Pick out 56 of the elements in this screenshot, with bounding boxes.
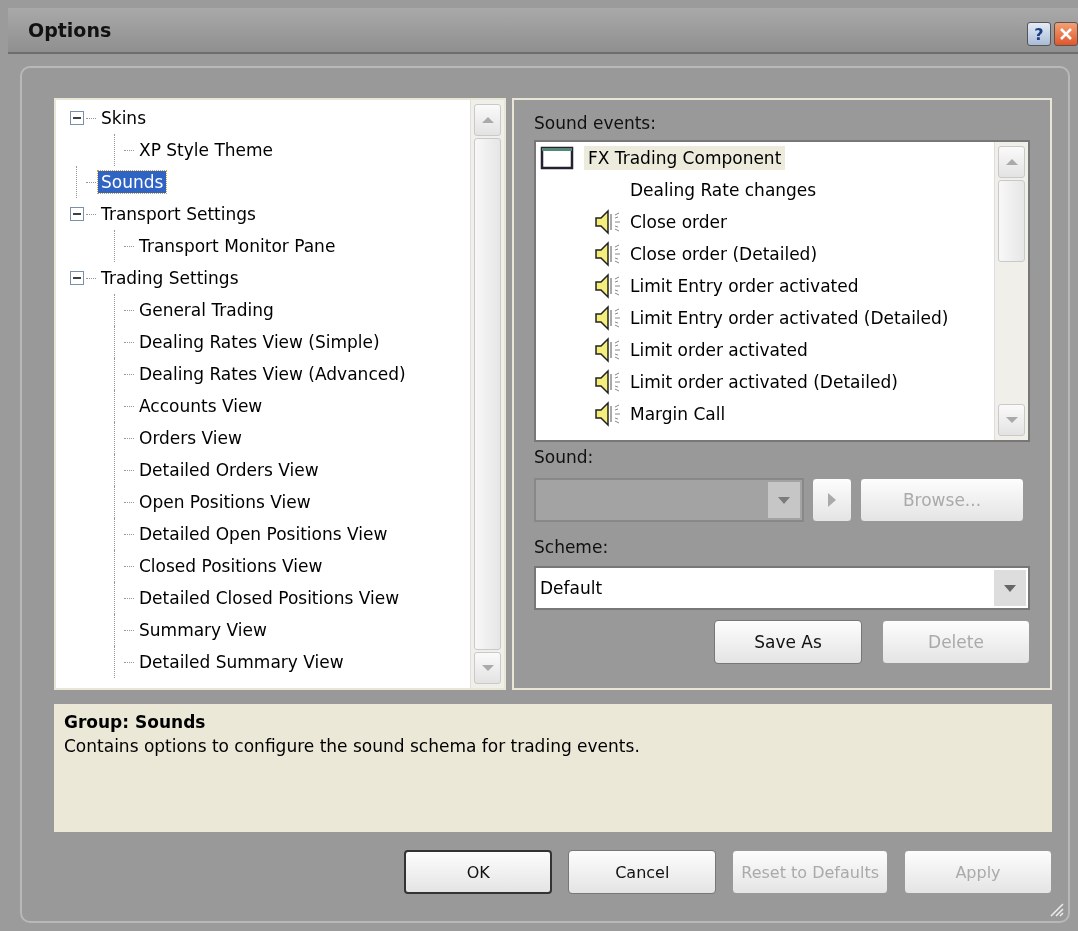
sound-event-item[interactable]: Dealing Rate changes — [626, 178, 821, 202]
tree-item[interactable]: Detailed Closed Positions View — [136, 587, 403, 609]
close-button[interactable] — [1054, 22, 1078, 46]
tree-item[interactable]: Transport Monitor Pane — [136, 235, 339, 257]
scheme-dropdown[interactable]: Default — [534, 566, 1030, 610]
collapse-icon[interactable] — [70, 111, 84, 125]
tree-item[interactable]: Detailed Open Positions View — [136, 523, 391, 545]
sound-event-item[interactable]: Limit Entry order activated — [626, 274, 863, 298]
description-text: Contains options to configure the sound schema for trading events. — [64, 736, 641, 756]
sound-event-item[interactable]: Margin Call — [626, 402, 730, 426]
tree-item[interactable]: Closed Positions View — [136, 555, 326, 577]
tree-item[interactable]: General Trading — [136, 299, 277, 321]
sound-event-item[interactable]: Limit Entry order activated (Detailed) — [626, 306, 953, 330]
scrollbar[interactable] — [994, 142, 1028, 440]
scheme-button[interactable]: Save As — [714, 620, 862, 664]
collapse-icon[interactable] — [70, 207, 84, 221]
dropdown-arrow-icon — [1004, 584, 1016, 592]
dialog-button[interactable]: OK — [404, 850, 553, 894]
scheme-label: Scheme: — [534, 536, 610, 559]
sound-event-item[interactable]: Limit order activated (Detailed) — [626, 370, 902, 394]
close-icon — [1059, 27, 1073, 41]
description-title: Group: Sounds — [64, 712, 207, 732]
scrollbar-thumb[interactable] — [998, 180, 1025, 262]
tree-item[interactable]: Skins — [98, 107, 149, 129]
tree-item[interactable]: Transport Settings — [98, 203, 259, 225]
up-arrow-icon — [480, 116, 495, 124]
tree-item[interactable]: Orders View — [136, 427, 245, 449]
sound-events-label: Sound events: — [534, 112, 657, 135]
window-icon — [540, 146, 574, 170]
tree-item[interactable]: Trading Settings — [98, 267, 242, 289]
dropdown-arrow-icon — [778, 496, 790, 504]
window-title: Options — [28, 19, 112, 41]
tree-item[interactable]: Open Positions View — [136, 491, 314, 513]
tree-item[interactable]: Dealing Rates View (Simple) — [136, 331, 383, 353]
tree-item[interactable]: XP Style Theme — [136, 139, 277, 161]
scrollbar-thumb[interactable] — [474, 138, 501, 650]
collapse-icon[interactable] — [70, 271, 84, 285]
up-arrow-icon — [1004, 158, 1019, 166]
tree-item[interactable]: Detailed Summary View — [136, 651, 347, 673]
sound-label: Sound: — [534, 446, 595, 469]
down-arrow-icon — [480, 664, 495, 672]
help-button[interactable]: ? — [1027, 22, 1051, 46]
tree-item[interactable]: Detailed Orders View — [136, 459, 322, 481]
down-arrow-icon — [1004, 416, 1019, 424]
event-group[interactable]: FX Trading Component — [584, 146, 786, 170]
sound-event-item[interactable]: Limit order activated — [626, 338, 812, 362]
sound-event-item[interactable]: Close order — [626, 210, 732, 234]
play-icon — [827, 492, 837, 508]
tree-item[interactable]: Dealing Rates View (Advanced) — [136, 363, 409, 385]
tree-item[interactable]: Summary View — [136, 619, 270, 641]
dialog-button[interactable]: Cancel — [568, 850, 717, 894]
tree-item[interactable]: Accounts View — [136, 395, 266, 417]
scrollbar[interactable] — [470, 100, 504, 688]
resize-grip-icon — [1048, 901, 1064, 917]
sound-event-item[interactable]: Close order (Detailed) — [626, 242, 822, 266]
tree-item[interactable]: Sounds — [98, 171, 167, 193]
